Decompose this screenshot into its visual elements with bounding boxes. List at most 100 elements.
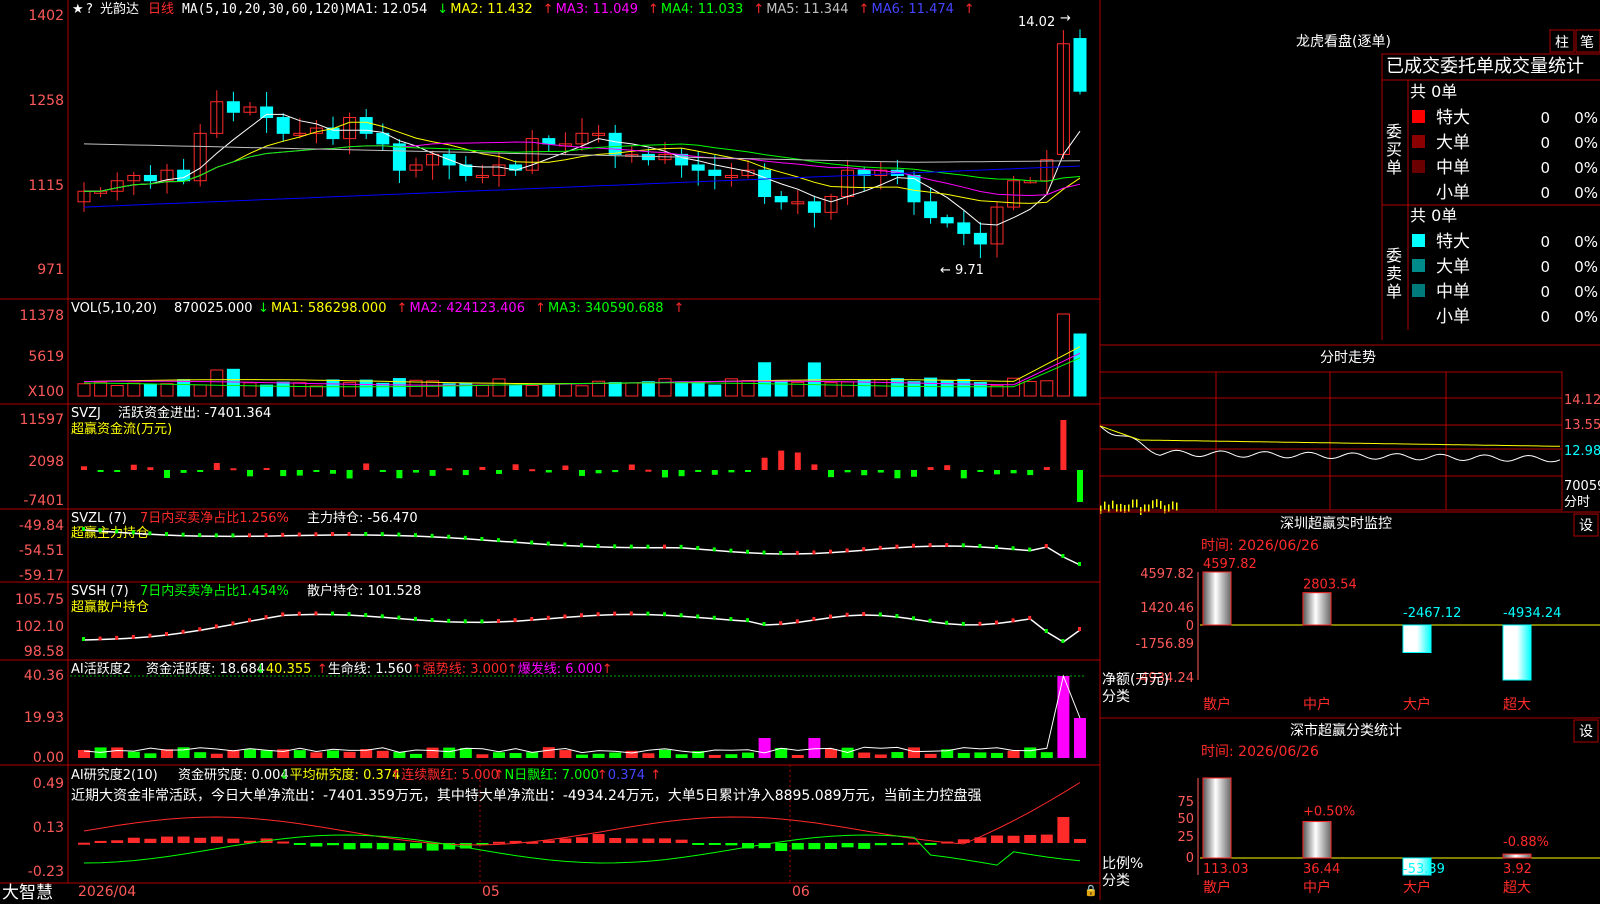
flow-bar (695, 470, 702, 472)
volume-bar (94, 381, 108, 397)
volume-bar (293, 382, 307, 397)
holding-tick (546, 615, 550, 620)
research-bar (659, 838, 671, 843)
bi-button-label: 笔 (1580, 35, 1594, 51)
flow-bar (562, 465, 569, 470)
arrow-indicator: ↑ (859, 2, 870, 17)
category-bar (1502, 624, 1532, 681)
category-bar (1302, 821, 1332, 859)
y-tick: 1420.46 (1140, 601, 1194, 616)
main-y-axis: 1402 1258 1115 971 (28, 8, 64, 278)
intraday-y-tick: 70059 (1564, 479, 1600, 494)
activity-bar (991, 752, 1003, 758)
holding-tick (463, 535, 467, 540)
volume-bar (509, 384, 523, 397)
date-label: 2026/04 (78, 884, 136, 900)
volume-bar (675, 381, 689, 397)
candle-body (708, 169, 722, 176)
flow-bar (761, 457, 768, 470)
holding-tick (663, 612, 666, 617)
flow-bar (861, 470, 868, 476)
axis-title: 净额(万元) (1102, 672, 1169, 688)
y-tick: 971 (37, 262, 64, 278)
research-bar (924, 843, 937, 845)
holding-tick (646, 544, 650, 549)
flow-bar (164, 470, 170, 478)
activity-bar (293, 750, 306, 758)
flow-bar (1043, 467, 1050, 470)
research-bar (692, 843, 705, 845)
flow-bar (645, 469, 652, 472)
research-bar (1057, 817, 1070, 843)
y-tick: X100 (28, 384, 64, 400)
activity-bar (1024, 747, 1037, 758)
activity-bar (1040, 752, 1053, 758)
holding-tick (480, 536, 484, 541)
candle-body (758, 169, 772, 198)
holding-tick (198, 533, 202, 538)
holding-tick (845, 612, 849, 617)
holding-tick (978, 543, 982, 548)
flow-bar (512, 464, 519, 470)
flow-bar (363, 463, 370, 470)
holding-tick (181, 532, 185, 537)
category-label: 超大 (1503, 880, 1531, 896)
y-tick: 0.49 (33, 776, 64, 792)
stats-title: 已成交委托单成交量统计 (1386, 56, 1584, 77)
intraday-vol-tick (1108, 504, 1110, 513)
research-bar (908, 842, 920, 845)
holding-tick (613, 611, 617, 616)
volume-bar (890, 378, 904, 397)
svzj-value: 活跃资金进出: -7401.364 (118, 405, 271, 421)
holding-tick (497, 618, 500, 623)
arrow-indicator: ↑ (602, 662, 613, 677)
activity-bar (659, 749, 671, 758)
svsh-ratio: 7日内买卖净占比1.454% (140, 583, 289, 599)
research-bar (841, 843, 854, 848)
y-tick: 2098 (28, 454, 64, 470)
holding-tick (131, 634, 135, 639)
candle-body (807, 201, 821, 213)
research-bar (293, 843, 306, 845)
holding-tick (530, 617, 534, 622)
activity-bar (808, 738, 821, 758)
row-value: 0 (1540, 134, 1550, 152)
category-bar (1402, 624, 1432, 653)
holding-tick (795, 619, 799, 624)
low-label: 9.71 (955, 263, 984, 278)
holding-tick (928, 543, 932, 548)
stock-name: 光韵达 (100, 2, 139, 17)
activity-bar (327, 750, 339, 758)
flow-bar (346, 470, 353, 479)
indicator-value: 资金研究度: 0.004 (178, 767, 289, 783)
holding-tick (314, 532, 318, 537)
activity-bar (725, 754, 738, 758)
holding-tick (629, 611, 633, 616)
research-bar (991, 835, 1003, 843)
svsh-holding: 散户持仓: 101.528 (307, 583, 421, 599)
y-tick: 4597.82 (1140, 567, 1194, 582)
svzj-subtitle: 超赢资金流(万元) (71, 421, 172, 437)
flow-bar (628, 464, 635, 470)
volume-bar (160, 383, 174, 397)
axis-subtitle: 分类 (1102, 689, 1130, 705)
holding-tick (530, 540, 534, 545)
flow-bar (811, 464, 818, 470)
left-chart-area[interactable] (0, 0, 1101, 900)
flow-bar (330, 470, 336, 474)
research-bar (426, 843, 439, 851)
holding-tick (214, 624, 218, 629)
holding-tick (513, 618, 517, 623)
order-total: 共 0单 (1410, 82, 1457, 101)
intraday-vol-tick (1156, 499, 1158, 508)
flow-bar (994, 470, 1000, 475)
y-tick: 19.93 (24, 710, 64, 726)
flow-bar (877, 470, 884, 473)
holding-tick (248, 618, 251, 623)
row-name: 小单 (1436, 183, 1470, 203)
arrow-indicator: ↑ (648, 2, 659, 17)
volume-bar (326, 379, 340, 397)
arrow-indicator: ↓ (255, 662, 266, 677)
holding-tick (995, 545, 998, 550)
flow-bar (197, 470, 204, 472)
